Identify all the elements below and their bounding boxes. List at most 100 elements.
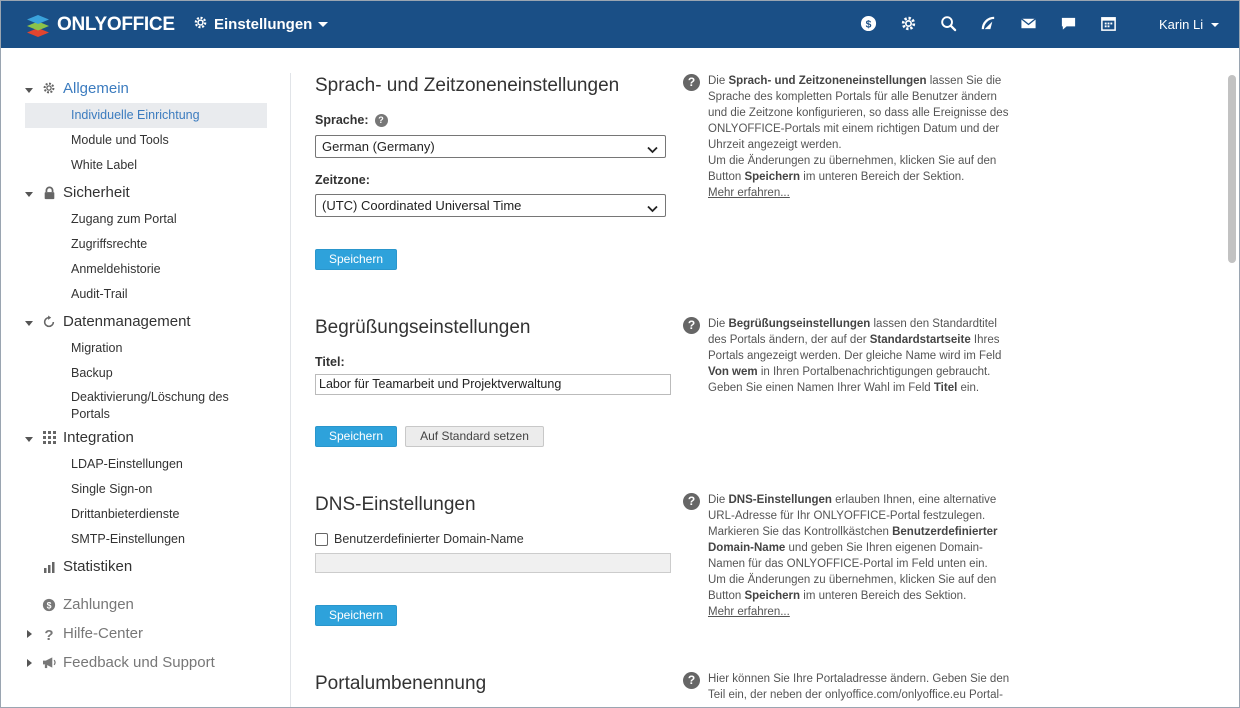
question-circle-icon: ? xyxy=(683,672,700,689)
sidebar-section-allgemein[interactable]: Allgemein xyxy=(25,73,267,103)
refresh-icon xyxy=(41,314,57,330)
sidebar-divider xyxy=(290,73,291,707)
sidebar-section-feedback[interactable]: Feedback und Support xyxy=(25,648,267,677)
sidebar-item-zugriffsrechte[interactable]: Zugriffsrechte xyxy=(25,232,267,257)
question-circle-icon: ? xyxy=(683,74,700,91)
sidebar-item-ldap-einstellungen[interactable]: LDAP-Einstellungen xyxy=(25,452,267,477)
help-text: im unteren Bereich des Sektion. xyxy=(800,590,967,602)
help-text: ein. xyxy=(957,382,980,394)
sidebar-section-label: Sicherheit xyxy=(63,184,130,201)
rename-help: ? Hier können Sie Ihre Portaladresse änd… xyxy=(683,671,1013,703)
window: ONLYOFFICE Einstellungen $ Karin Li Allg… xyxy=(0,0,1240,708)
sidebar-item-anmeldehistorie[interactable]: Anmeldehistorie xyxy=(25,257,267,282)
help-text: im unteren Bereich der Sektion. xyxy=(800,171,965,183)
chevron-down-icon xyxy=(25,184,37,201)
sidebar-section-label: Allgemein xyxy=(63,79,129,97)
section-title-dns: DNS-Einstellungen xyxy=(315,494,476,515)
greeting-save-button[interactable]: Speichern xyxy=(315,426,397,447)
help-text-bold: Titel xyxy=(933,382,958,394)
sidebar-item-drittanbieterdienste[interactable]: Drittanbieterdienste xyxy=(25,502,267,527)
restore-default-button[interactable]: Auf Standard setzen xyxy=(405,426,544,447)
settings-content: Sprach- und Zeitzoneneinstellungen Sprac… xyxy=(315,1,1215,707)
grid-icon xyxy=(41,430,57,446)
greeting-title-input[interactable]: Labor für Teamarbeit und Projektverwaltu… xyxy=(315,374,671,395)
gear-icon xyxy=(193,15,208,34)
chevron-down-icon xyxy=(25,313,37,330)
sidebar-item-smtp-einstellungen[interactable]: SMTP-Einstellungen xyxy=(25,527,267,552)
dns-help: ? Die DNS-Einstellungen erlauben Ihnen, … xyxy=(683,492,1013,620)
language-select[interactable]: German (Germany) xyxy=(315,135,666,158)
lock-icon xyxy=(41,185,57,201)
help-text-bold: Standardstartseite xyxy=(869,334,971,346)
help-text-bold: Von wem xyxy=(708,366,758,378)
help-text: Die xyxy=(708,318,729,330)
rename-help-text: Hier können Sie Ihre Portaladresse änder… xyxy=(708,673,1010,701)
help-text-bold: Speichern xyxy=(744,171,801,183)
onlyoffice-logo[interactable]: ONLYOFFICE xyxy=(25,12,175,38)
custom-domain-input[interactable] xyxy=(315,553,671,573)
sidebar-section-datenmanagement[interactable]: Datenmanagement xyxy=(25,307,267,336)
sidebar-item-zugang-zum-portal[interactable]: Zugang zum Portal xyxy=(25,207,267,232)
help-text-bold: Begrüßungseinstellungen xyxy=(728,318,871,330)
sidebar-section-statistiken[interactable]: Statistiken xyxy=(25,552,267,581)
scrollbar-thumb[interactable] xyxy=(1228,75,1236,263)
greeting-title-label: Titel: xyxy=(315,355,345,369)
timezone-select[interactable]: (UTC) Coordinated Universal Time xyxy=(315,194,666,217)
chevron-down-icon xyxy=(25,429,37,446)
dns-help-text: Die DNS-Einstellungen erlauben Ihnen, ei… xyxy=(708,492,1013,620)
question-circle-icon: ? xyxy=(683,317,700,334)
brand-name: ONLYOFFICE xyxy=(57,14,175,35)
section-title-language: Sprach- und Zeitzoneneinstellungen xyxy=(315,75,620,96)
gear-icon xyxy=(41,80,57,96)
module-label: Einstellungen xyxy=(214,16,313,33)
sidebar-item-individuelle-einrichtung[interactable]: Individuelle Einrichtung xyxy=(25,103,267,128)
chevron-down-icon xyxy=(647,201,658,216)
sidebar-item-module-und-tools[interactable]: Module und Tools xyxy=(25,128,267,153)
custom-domain-checkbox[interactable] xyxy=(315,532,328,546)
sidebar-item-backup[interactable]: Backup xyxy=(25,361,267,386)
sidebar-item-deaktivierung[interactable]: Deaktivierung/Löschung des Portals xyxy=(25,386,267,421)
greeting-help-text: Die Begrüßungseinstellungen lassen den S… xyxy=(708,316,1013,396)
sidebar-item-migration[interactable]: Migration xyxy=(25,336,267,361)
help-icon[interactable]: ? xyxy=(374,113,388,127)
language-save-button[interactable]: Speichern xyxy=(315,249,397,270)
chevron-down-icon xyxy=(647,142,658,157)
language-help-text: Die Sprach- und Zeitzoneneinstellungen l… xyxy=(708,73,1013,201)
greeting-help: ? Die Begrüßungseinstellungen lassen den… xyxy=(683,316,1013,396)
sidebar-section-label: Integration xyxy=(63,429,134,446)
section-title-rename: Portalumbenennung xyxy=(315,673,487,694)
section-title-greeting: Begrüßungseinstellungen xyxy=(315,317,531,338)
module-menu[interactable]: Einstellungen xyxy=(193,15,329,34)
help-text-bold: Speichern xyxy=(744,590,801,602)
chevron-right-icon xyxy=(25,625,37,642)
sidebar-section-hilfe-center[interactable]: ? Hilfe-Center xyxy=(25,619,267,648)
timezone-select-value: (UTC) Coordinated Universal Time xyxy=(322,198,522,213)
help-text: Die xyxy=(708,75,729,87)
dns-save-button[interactable]: Speichern xyxy=(315,605,397,626)
sidebar-item-audit-trail[interactable]: Audit-Trail xyxy=(25,282,267,307)
sidebar-section-integration[interactable]: Integration xyxy=(25,423,267,452)
svg-text:?: ? xyxy=(44,627,53,641)
svg-text:$: $ xyxy=(47,600,52,610)
learn-more-link[interactable]: Mehr erfahren... xyxy=(708,187,790,199)
help-text: Die xyxy=(708,494,729,506)
chevron-right-icon xyxy=(25,654,37,671)
sidebar-section-sicherheit[interactable]: Sicherheit xyxy=(25,178,267,207)
sidebar-section-zahlungen[interactable]: $ Zahlungen xyxy=(25,590,267,619)
learn-more-link[interactable]: Mehr erfahren... xyxy=(708,606,790,618)
sidebar-section-label: Feedback und Support xyxy=(63,654,215,671)
question-circle-icon: ? xyxy=(683,493,700,510)
sidebar-item-white-label[interactable]: White Label xyxy=(25,153,267,178)
chevron-down-icon xyxy=(25,80,37,97)
sidebar-section-label: Hilfe-Center xyxy=(63,625,144,642)
sidebar-section-label: Datenmanagement xyxy=(63,313,191,330)
custom-domain-label: Benutzerdefinierter Domain-Name xyxy=(334,532,524,546)
dollar-icon: $ xyxy=(41,597,57,613)
language-help: ? Die Sprach- und Zeitzoneneinstellungen… xyxy=(683,73,1013,201)
timezone-label: Zeitzone: xyxy=(315,173,370,187)
custom-domain-checkbox-row[interactable]: Benutzerdefinierter Domain-Name xyxy=(315,532,524,546)
bar-chart-icon xyxy=(41,559,57,575)
sidebar-item-single-sign-on[interactable]: Single Sign-on xyxy=(25,477,267,502)
help-text-bold: Sprach- und Zeitzoneneinstellungen xyxy=(728,75,927,87)
settings-sidebar: Allgemein Individuelle Einrichtung Modul… xyxy=(25,73,267,677)
